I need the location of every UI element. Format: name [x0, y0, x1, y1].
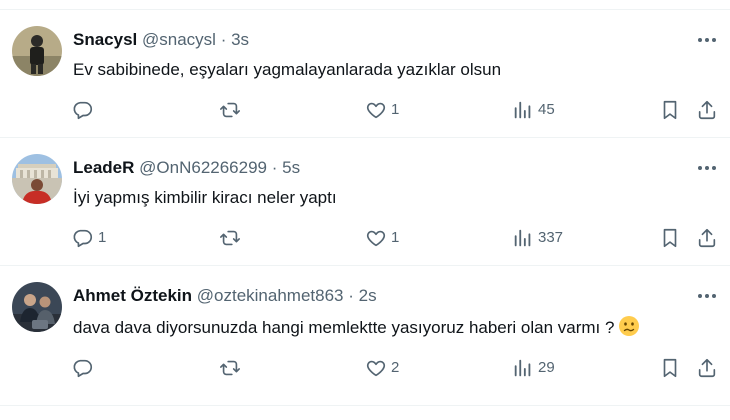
tweet-text: Ev sabibinede, eşyaları yagmalayanlarada…: [73, 60, 502, 79]
bookmark-button[interactable]: [659, 98, 681, 122]
like-button[interactable]: 1: [365, 98, 399, 122]
share-button[interactable]: [696, 98, 718, 122]
repost-icon: [219, 227, 241, 249]
like-count: 1: [391, 229, 400, 246]
user-handle[interactable]: @oztekinahmet863: [197, 286, 344, 305]
view-count: 29: [538, 359, 555, 376]
heart-icon: [365, 357, 387, 379]
like-button[interactable]: 1: [365, 226, 399, 250]
bookmark-icon: [659, 357, 681, 379]
timestamp[interactable]: 5s: [282, 158, 300, 177]
heart-icon: [365, 99, 387, 121]
like-count: 1: [391, 101, 400, 118]
view-count: 337: [538, 229, 564, 246]
reply-count: 1: [98, 229, 107, 246]
avatar[interactable]: [12, 154, 62, 204]
display-name[interactable]: Ahmet Öztekin: [73, 286, 192, 305]
views-button[interactable]: 337: [512, 226, 563, 250]
tweet-header: Ahmet Öztekin @oztekinahmet863 · 2s: [73, 285, 377, 307]
tweet-text-line: dava dava diyorsunuzda hangi memlektte y…: [73, 315, 640, 343]
more-icon[interactable]: [696, 158, 718, 178]
repost-button[interactable]: [219, 226, 245, 250]
views-icon: [512, 357, 534, 379]
confused-face-emoji: [618, 315, 640, 343]
heart-icon: [365, 227, 387, 249]
bookmark-icon: [659, 227, 681, 249]
timestamp[interactable]: 2s: [359, 286, 377, 305]
like-button[interactable]: 2: [365, 356, 399, 380]
tweet[interactable]: Snacysl @snacysl · 3s Ev sabibinede, eşy…: [0, 10, 730, 138]
reply-button[interactable]: 1: [72, 226, 106, 250]
bookmark-icon: [659, 99, 681, 121]
tweet-actions: 2 29: [0, 356, 730, 380]
tweet-header: LeadeR @OnN62266299 · 5s: [73, 157, 300, 179]
tweet-text: dava dava diyorsunuzda hangi memlektte y…: [73, 318, 615, 337]
tweet[interactable]: LeadeR @OnN62266299 · 5s İyi yapmış kimb…: [0, 138, 730, 266]
repost-icon: [219, 99, 241, 121]
separator: ·: [271, 158, 278, 177]
user-handle[interactable]: @OnN62266299: [139, 158, 267, 177]
repost-button[interactable]: [219, 98, 245, 122]
share-button[interactable]: [696, 356, 718, 380]
reply-icon: [72, 227, 94, 249]
display-name[interactable]: LeadeR: [73, 158, 134, 177]
bookmark-button[interactable]: [659, 226, 681, 250]
tweet-actions: 1 45: [0, 98, 730, 122]
views-icon: [512, 227, 534, 249]
share-button[interactable]: [696, 226, 718, 250]
tweet[interactable]: Ahmet Öztekin @oztekinahmet863 · 2s dava…: [0, 266, 730, 406]
tweet-actions: 1 1 337: [0, 226, 730, 250]
share-icon: [696, 357, 718, 379]
reply-button[interactable]: [72, 98, 98, 122]
view-count: 45: [538, 101, 555, 118]
separator: ·: [348, 286, 354, 305]
tweet-text: İyi yapmış kimbilir kiracı neler yaptı: [73, 188, 337, 207]
timestamp[interactable]: 3s: [231, 30, 249, 49]
views-button[interactable]: 45: [512, 98, 555, 122]
avatar[interactable]: [12, 26, 62, 76]
repost-button[interactable]: [219, 356, 245, 380]
repost-icon: [219, 357, 241, 379]
more-icon[interactable]: [696, 286, 718, 306]
like-count: 2: [391, 359, 400, 376]
views-button[interactable]: 29: [512, 356, 555, 380]
user-handle[interactable]: @snacysl: [142, 30, 216, 49]
tweet-header: Snacysl @snacysl · 3s: [73, 29, 249, 51]
reply-icon: [72, 357, 94, 379]
reply-icon: [72, 99, 94, 121]
views-icon: [512, 99, 534, 121]
more-icon[interactable]: [696, 30, 718, 50]
share-icon: [696, 99, 718, 121]
reply-button[interactable]: [72, 356, 98, 380]
display-name[interactable]: Snacysl: [73, 30, 137, 49]
share-icon: [696, 227, 718, 249]
separator: ·: [220, 30, 227, 49]
bookmark-button[interactable]: [659, 356, 681, 380]
top-divider: [0, 0, 730, 10]
avatar[interactable]: [12, 282, 62, 332]
